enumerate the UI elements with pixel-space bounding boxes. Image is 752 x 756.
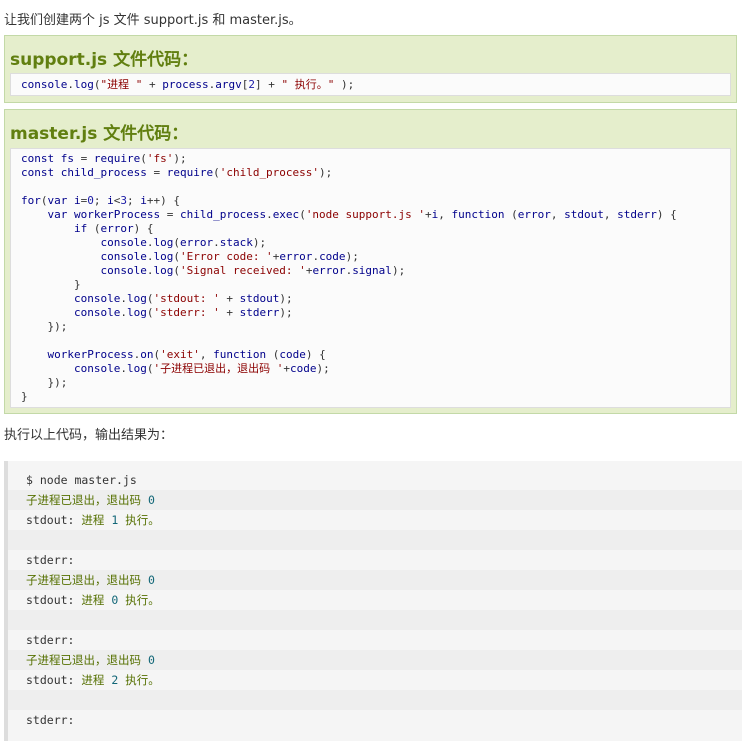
code-line: for(var i=0; i<3; i++) { [21,194,180,207]
code-line: } [21,390,28,403]
code-line: console.log('stderr: ' + stderr); [73,306,293,319]
master-js-code: const fs = require('fs'); const child_pr… [11,149,730,404]
code-line: const child_process = require('child_pro… [21,166,333,179]
code-line: console.log('stdout: ' + stdout); [73,292,293,305]
code-line: console.log('Error code: '+error.code); [100,250,359,263]
code-line: console.log(error.stack); [100,236,267,249]
output-line: stderr: [26,633,75,647]
output-line: 子进程已退出，退出码 0 [8,490,742,510]
code-line: var workerProcess = child_process.exec('… [47,208,677,221]
code-line: console.log('子进程已退出，退出码 '+code); [73,362,330,375]
code-line: }); [47,320,68,333]
output-line [8,690,742,710]
code-line: }); [47,376,68,389]
code-line: console.log('Signal received: '+error.si… [100,264,406,277]
output-line: 子进程已退出，退出码 0 [8,570,742,590]
output-line [8,610,742,630]
master-js-code-box[interactable]: const fs = require('fs'); const child_pr… [10,148,731,408]
output-line: stdout: 进程 0 执行。 [26,593,160,607]
master-js-title: master.js 文件代码： [10,124,189,144]
support-js-code: console.log("进程 " + process.argv[2] + " … [21,78,355,91]
output-line: stdout: 进程 2 执行。 [26,673,160,687]
output-lines: $ node master.js 子进程已退出，退出码 0 stdout: 进程 1… [8,470,742,730]
support-js-example: support.js 文件代码： console.log("进程 " + pro… [4,35,737,103]
output-line: stdout: 进程 1 执行。 [26,513,160,527]
intro-text: 让我们创建两个 js 文件 support.js 和 master.js。 [4,13,302,28]
code-line: } [73,278,81,291]
support-js-title: support.js 文件代码： [10,50,199,70]
code-line: workerProcess.on('exit', function (code)… [47,348,326,361]
code-line: const fs = require('fs'); [21,152,187,165]
output-line: $ node master.js [26,473,137,487]
output-block[interactable]: $ node master.js 子进程已退出，退出码 0 stdout: 进程 1… [4,461,742,741]
result-intro-text: 执行以上代码，输出结果为： [4,428,174,443]
output-line: 子进程已退出，退出码 0 [8,650,742,670]
code-line: if (error) { [73,222,154,235]
output-line: stderr: [26,713,75,727]
master-js-example: master.js 文件代码： const fs = require('fs')… [4,109,737,414]
output-line: stderr: [26,553,75,567]
output-line [8,530,742,550]
support-js-code-box[interactable]: console.log("进程 " + process.argv[2] + " … [10,73,731,96]
